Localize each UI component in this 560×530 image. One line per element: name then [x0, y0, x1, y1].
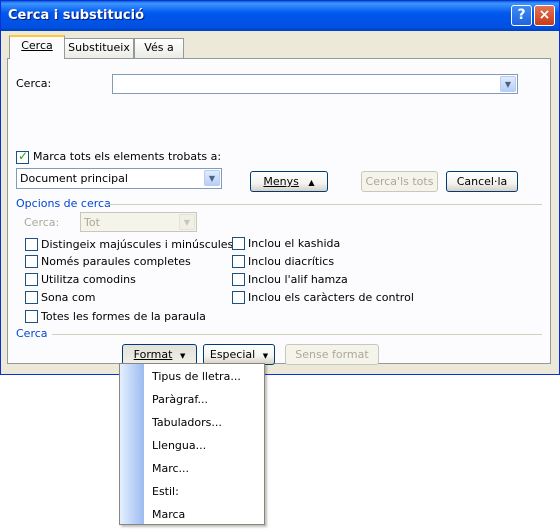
highlight-all-label: Marca tots els elements trobats a: — [33, 150, 222, 163]
format-button[interactable]: Format ▼ — [122, 344, 197, 365]
cancel-label: Cancel·la — [456, 175, 508, 188]
match-case-checkbox[interactable] — [25, 238, 38, 251]
search-direction-value: Tot — [84, 216, 100, 229]
format-menu: Tipus de lletra... Paràgraf... Tabulador… — [119, 363, 265, 525]
format-label: Format — [133, 348, 173, 361]
checkmark-icon: ✓ — [18, 149, 29, 163]
sounds-like-checkbox[interactable] — [25, 291, 38, 304]
diacritics-label: Inclou diacrítics — [248, 255, 335, 268]
close-button[interactable]: × — [534, 5, 555, 26]
wildcards-label: Utilitza comodins — [41, 273, 136, 286]
menu-item-frame[interactable]: Marc... — [152, 462, 189, 475]
tab-goto-label: Vés a — [144, 41, 174, 54]
tab-replace-label: Substitueix — [68, 41, 130, 54]
help-button[interactable]: ? — [511, 5, 532, 26]
no-formatting-label: Sense format — [295, 348, 369, 361]
tab-goto[interactable]: Vés a — [134, 38, 184, 58]
highlight-scope-select[interactable]: Document principal ▼ — [16, 168, 222, 189]
separator — [104, 204, 542, 205]
whole-words-checkbox[interactable] — [25, 255, 38, 268]
search-input[interactable]: ▼ — [112, 74, 518, 94]
menu-item-language[interactable]: Llengua... — [152, 439, 206, 452]
menu-item-paragraph[interactable]: Paràgraf... — [152, 393, 208, 406]
less-button-label: Menys — [263, 175, 299, 188]
alif-hamza-checkbox[interactable] — [232, 273, 245, 286]
kashida-label: Inclou el kashida — [248, 237, 341, 250]
caret-down-icon: ▼ — [179, 352, 186, 360]
search-label: Cerca: — [16, 77, 52, 90]
special-button[interactable]: Especial ▼ — [203, 344, 275, 365]
highlight-scope-value: Document principal — [20, 172, 128, 185]
tab-panel: Cerca: ▼ ✓ Marca tots els elements troba… — [7, 58, 551, 365]
less-button[interactable]: Menys ▲ — [250, 171, 328, 192]
separator — [52, 334, 542, 335]
diacritics-checkbox[interactable] — [232, 255, 245, 268]
dialog-title: Cerca i substitució — [8, 8, 145, 23]
find-replace-dialog: Cerca i substitució ? × Cerca Substituei… — [0, 0, 560, 375]
tab-find[interactable]: Cerca — [9, 35, 65, 59]
menu-item-style[interactable]: Estil: — [152, 485, 179, 498]
title-bar[interactable]: Cerca i substitució ? × — [1, 1, 559, 31]
highlight-all-checkbox[interactable]: ✓ — [16, 149, 29, 164]
match-case-label: Distingeix majúscules i minúscules — [41, 238, 234, 251]
tab-find-label: Cerca — [21, 39, 53, 52]
caret-down-icon: ▼ — [262, 352, 269, 360]
sounds-like-label: Sona com — [41, 291, 96, 304]
find-all-button[interactable]: Cerca'ls tots — [361, 171, 438, 192]
kashida-checkbox[interactable] — [232, 237, 245, 250]
menu-item-highlight[interactable]: Marca — [152, 508, 185, 521]
all-word-forms-checkbox[interactable] — [25, 310, 38, 323]
find-section-title: Cerca — [16, 327, 48, 340]
caret-up-icon: ▲ — [308, 178, 315, 187]
control-chars-label: Inclou els caràcters de control — [248, 291, 414, 304]
menu-icon-strip — [120, 364, 144, 524]
search-direction-label: Cerca: — [24, 216, 60, 229]
menu-item-tabs[interactable]: Tabuladors... — [152, 416, 222, 429]
special-label: Especial — [209, 348, 256, 361]
search-direction-select[interactable]: Tot ▼ — [80, 212, 197, 232]
search-options-title: Opcions de cerca — [16, 197, 111, 210]
chevron-down-icon[interactable]: ▼ — [179, 214, 195, 230]
whole-words-label: Només paraules completes — [41, 255, 191, 268]
cancel-button[interactable]: Cancel·la — [446, 171, 518, 192]
tab-replace[interactable]: Substitueix — [64, 38, 134, 58]
find-all-label: Cerca'ls tots — [365, 175, 434, 188]
chevron-down-icon[interactable]: ▼ — [500, 76, 516, 92]
all-word-forms-label: Totes les formes de la paraula — [41, 310, 206, 323]
wildcards-checkbox[interactable] — [25, 273, 38, 286]
control-chars-checkbox[interactable] — [232, 291, 245, 304]
menu-item-font[interactable]: Tipus de lletra... — [152, 370, 241, 383]
chevron-down-icon[interactable]: ▼ — [204, 170, 220, 186]
alif-hamza-label: Inclou l'alif hamza — [248, 273, 348, 286]
no-formatting-button[interactable]: Sense format — [285, 344, 379, 365]
